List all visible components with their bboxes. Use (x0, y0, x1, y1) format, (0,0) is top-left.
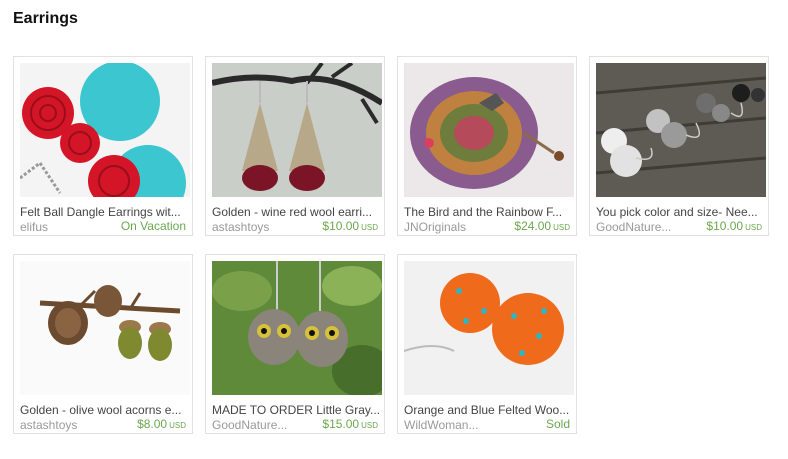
crochet-pouch-photo[interactable] (404, 63, 574, 197)
owl-earrings-photo[interactable] (212, 261, 382, 395)
listing-card[interactable]: Golden - wine red wool earri... astashto… (205, 56, 385, 236)
shop-name[interactable]: JNOriginals (404, 220, 509, 234)
acorn-earrings-photo[interactable] (20, 261, 190, 395)
listing-price: $10.00 USD (706, 219, 762, 233)
listing-price: $8.00 USD (137, 417, 186, 431)
listing-price: $15.00 USD (322, 417, 378, 431)
felt-ball-wood-photo[interactable] (596, 63, 766, 197)
listing-card[interactable]: Felt Ball Dangle Earrings wit... elifus … (13, 56, 193, 236)
orange-felt-earrings-photo[interactable] (404, 261, 574, 395)
currency-code: USD (361, 223, 378, 232)
listing-title[interactable]: Orange and Blue Felted Woo... (404, 403, 574, 417)
listing-card[interactable]: MADE TO ORDER Little Gray... GoodNature.… (205, 254, 385, 434)
shop-name[interactable]: astashtoys (212, 220, 317, 234)
listing-card[interactable]: Golden - olive wool acorns e... astashto… (13, 254, 193, 434)
listing-status: Sold (545, 417, 570, 431)
currency-code: USD (169, 421, 186, 430)
shop-name[interactable]: astashtoys (20, 418, 125, 432)
listing-title[interactable]: MADE TO ORDER Little Gray... (212, 403, 382, 417)
listing-card[interactable]: You pick color and size- Nee... GoodNatu… (589, 56, 769, 236)
shop-name[interactable]: WildWoman... (404, 418, 509, 432)
listing-price: $24.00 USD (514, 219, 570, 233)
crochet-cone-earrings-photo[interactable] (212, 63, 382, 197)
felt-ball-earrings-photo[interactable] (20, 63, 190, 197)
currency-code: USD (745, 223, 762, 232)
listing-card[interactable]: The Bird and the Rainbow F... JNOriginal… (397, 56, 577, 236)
listing-price: $10.00 USD (322, 219, 378, 233)
currency-code: USD (553, 223, 570, 232)
listing-title[interactable]: Golden - olive wool acorns e... (20, 403, 190, 417)
listing-title[interactable]: Felt Ball Dangle Earrings wit... (20, 205, 190, 219)
shop-name[interactable]: GoodNature... (596, 220, 701, 234)
listing-title[interactable]: Golden - wine red wool earri... (212, 205, 382, 219)
section-title: Earrings (13, 10, 78, 27)
shop-name[interactable]: elifus (20, 220, 125, 234)
shop-name[interactable]: GoodNature... (212, 418, 317, 432)
currency-code: USD (361, 421, 378, 430)
listing-title[interactable]: The Bird and the Rainbow F... (404, 205, 574, 219)
listing-card[interactable]: Orange and Blue Felted Woo... WildWoman.… (397, 254, 577, 434)
listing-status: On Vacation (120, 219, 186, 233)
listing-title[interactable]: You pick color and size- Nee... (596, 205, 766, 219)
